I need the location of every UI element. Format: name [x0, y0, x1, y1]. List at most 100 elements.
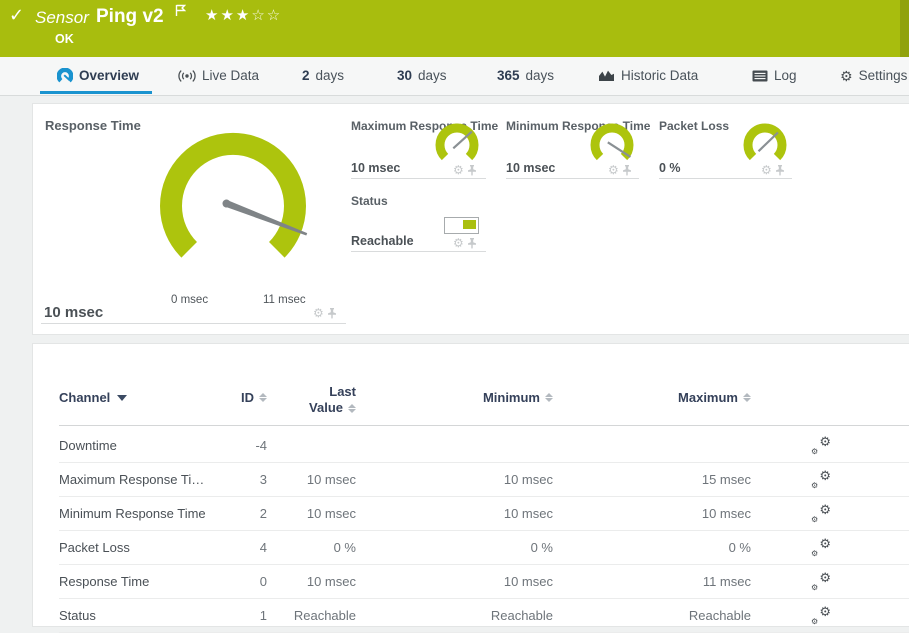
sort-arrows-icon — [545, 393, 553, 402]
sensor-status-badge: OK — [55, 32, 74, 46]
response-time-tools: ⚙ — [313, 307, 337, 319]
channel-link[interactable]: Maximum Response Ti… — [59, 472, 245, 487]
tab-2-days[interactable]: 2 days — [302, 57, 344, 94]
tab-settings[interactable]: ⚙ Settings — [840, 57, 907, 94]
log-list-icon — [752, 70, 768, 82]
cell-maximum: Reachable — [689, 608, 759, 623]
flag-icon[interactable] — [175, 4, 186, 22]
cell-id: 3 — [260, 472, 275, 487]
min-response-value: 10 msec — [506, 161, 555, 175]
cell-maximum: 11 msec — [703, 574, 759, 589]
pin-icon[interactable] — [467, 238, 477, 249]
tab-365-days-label: days — [526, 68, 555, 83]
table-row-response-time: Response Time 0 10 msec 10 msec 11 msec … — [33, 565, 909, 598]
area-chart-icon — [598, 69, 615, 82]
tab-overview-label: Overview — [79, 68, 139, 83]
cell-maximum: 0 % — [729, 540, 759, 555]
gear-icon[interactable]: ⚙ — [453, 164, 464, 176]
divider — [41, 323, 346, 324]
channel-link[interactable]: Downtime — [59, 438, 245, 453]
max-response-value: 10 msec — [351, 161, 400, 175]
live-data-icon — [178, 69, 196, 83]
tab-historic-data[interactable]: Historic Data — [598, 57, 698, 94]
gear-icon[interactable]: ⚙ — [761, 164, 772, 176]
gear-icon[interactable]: ⚙ — [313, 307, 324, 319]
cell-last-value: 10 msec — [307, 506, 364, 521]
cell-minimum: Reachable — [491, 608, 561, 623]
min-response-tools: ⚙ — [608, 164, 632, 176]
channel-settings-icon[interactable]: ⚙⚙ — [811, 437, 831, 455]
column-header-minimum-label: Minimum — [483, 390, 540, 405]
channel-link[interactable]: Packet Loss — [59, 540, 245, 555]
table-row-minimum-response-time: Minimum Response Time 2 10 msec 10 msec … — [33, 497, 909, 530]
cell-minimum: 0 % — [531, 540, 561, 555]
tab-live-data[interactable]: Live Data — [178, 57, 259, 94]
column-header-maximum-label: Maximum — [678, 390, 738, 405]
channel-link[interactable]: Status — [59, 608, 245, 623]
column-header-last-value[interactable]: Last Value — [309, 376, 364, 416]
priority-stars[interactable]: ★★★☆☆ — [205, 6, 282, 24]
tab-30-days-number: 30 — [397, 68, 412, 83]
column-header-last-label: Last — [309, 384, 356, 400]
gear-icon[interactable]: ⚙ — [453, 237, 464, 249]
table-header-row: Channel ID Last Value Minimum Maximum — [33, 376, 909, 425]
packet-loss-tools: ⚙ — [761, 164, 785, 176]
cell-last-value: 0 % — [334, 540, 364, 555]
response-time-value: 10 msec — [44, 304, 103, 321]
tab-30-days-label: days — [418, 68, 447, 83]
sort-caret-icon — [117, 395, 127, 401]
header-scrollbar-edge — [900, 0, 909, 57]
channel-settings-icon[interactable]: ⚙⚙ — [811, 471, 831, 489]
cell-id: 4 — [260, 540, 275, 555]
tab-2-days-number: 2 — [302, 68, 310, 83]
channel-link[interactable]: Response Time — [59, 574, 245, 589]
status-tools: ⚙ — [453, 237, 477, 249]
channel-settings-icon[interactable]: ⚙⚙ — [811, 573, 831, 591]
channel-settings-icon[interactable]: ⚙⚙ — [811, 607, 831, 625]
tab-30-days[interactable]: 30 days — [397, 57, 447, 94]
status-value: Reachable — [351, 234, 414, 248]
pin-icon[interactable] — [775, 165, 785, 176]
overview-gauges-panel: Response Time 0 msec 11 msec 10 msec ⚙ M… — [32, 103, 909, 335]
table-row-maximum-response-time: Maximum Response Ti… 3 10 msec 10 msec 1… — [33, 463, 909, 496]
cell-id: 1 — [260, 608, 275, 623]
channel-link[interactable]: Minimum Response Time — [59, 506, 245, 521]
stars-filled-icon: ★★★ — [205, 7, 251, 24]
active-tab-indicator — [40, 91, 152, 94]
cell-minimum: 10 msec — [504, 506, 561, 521]
gauge-icon — [57, 68, 73, 84]
cell-last-value: Reachable — [294, 608, 364, 623]
pin-icon[interactable] — [622, 165, 632, 176]
tab-log[interactable]: Log — [752, 57, 797, 94]
channel-settings-icon[interactable]: ⚙⚙ — [811, 539, 831, 557]
tab-historic-data-label: Historic Data — [621, 68, 698, 83]
sort-arrows-icon — [743, 393, 751, 402]
tab-log-label: Log — [774, 68, 797, 83]
sensor-header: ✓ Sensor Ping v2 ★★★☆☆ OK — [0, 0, 909, 57]
gauge-title-packet-loss: Packet Loss — [659, 119, 729, 133]
tab-settings-label: Settings — [859, 68, 908, 83]
gear-icon: ⚙ — [840, 69, 853, 83]
tab-365-days[interactable]: 365 days — [497, 57, 554, 94]
column-header-id[interactable]: ID — [245, 376, 275, 405]
pin-icon[interactable] — [467, 165, 477, 176]
cell-id: 2 — [260, 506, 275, 521]
cell-minimum: 10 msec — [504, 574, 561, 589]
column-header-channel[interactable]: Channel — [59, 376, 245, 405]
sort-arrows-icon — [259, 393, 267, 402]
tab-overview[interactable]: Overview — [57, 57, 139, 94]
table-row-downtime: Downtime -4 ⚙⚙ — [33, 429, 909, 462]
status-indicator — [444, 217, 479, 234]
channel-settings-icon[interactable]: ⚙⚙ — [811, 505, 831, 523]
stars-empty-icon: ☆☆ — [251, 7, 282, 24]
gear-icon[interactable]: ⚙ — [608, 164, 619, 176]
column-header-maximum[interactable]: Maximum — [561, 376, 759, 405]
sensor-type-label: Sensor — [35, 8, 89, 28]
response-time-gauge — [146, 118, 321, 301]
table-row-status: Status 1 Reachable Reachable Reachable ⚙… — [33, 599, 909, 632]
gauge-title-status: Status — [351, 194, 388, 208]
table-body: Downtime -4 ⚙⚙ Maximum Response Ti… 3 10… — [33, 429, 909, 633]
column-header-minimum[interactable]: Minimum — [364, 376, 561, 405]
table-row-packet-loss: Packet Loss 4 0 % 0 % 0 % ⚙⚙ — [33, 531, 909, 564]
pin-icon[interactable] — [327, 308, 337, 319]
